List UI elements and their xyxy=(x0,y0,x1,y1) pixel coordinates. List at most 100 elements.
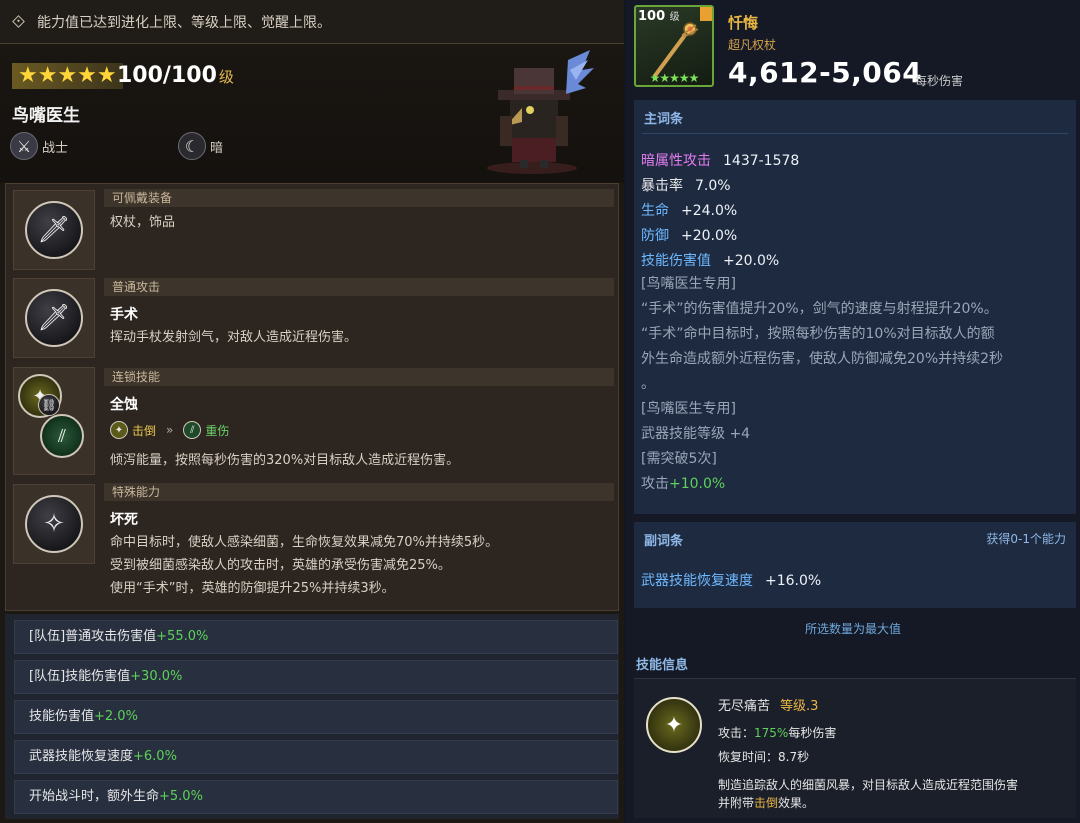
skill-attack-label: 攻击： xyxy=(718,726,755,740)
divider xyxy=(642,133,1068,134)
bonus-row: [队伍]技能伤害值+30.0% xyxy=(14,660,618,694)
desc-line: [鸟嘴医生专用] xyxy=(641,276,736,292)
normal-attack-title: 普通攻击 xyxy=(104,278,614,296)
sparkle-icon: ✧ xyxy=(25,495,83,553)
hero-element: 暗 xyxy=(210,140,224,156)
diamond-icon xyxy=(12,15,25,28)
desc-line: [需突破5次] xyxy=(641,451,717,467)
dark-moon-icon: ☾ xyxy=(178,132,207,160)
stat-row: 防御 +20.0% xyxy=(641,225,737,245)
wound-icon: ⫽ xyxy=(40,414,84,458)
notice-text: 能力值已达到进化上限、等级上限、觉醒上限。 xyxy=(37,14,331,31)
bonus-row: 武器技能恢复速度+6.0% xyxy=(14,740,618,774)
stat-value: +20.0% xyxy=(681,228,738,244)
hero-name: 鸟嘴医生 xyxy=(12,106,80,126)
stat-key: 暴击率 xyxy=(641,178,683,194)
hero-level-value: 100/100 xyxy=(117,63,217,88)
bonus-value: +2.0% xyxy=(94,709,138,724)
equip-icon: 🗡 xyxy=(25,201,83,259)
sub-options-box: 副词条 获得0-1个能力 武器技能恢复速度 +16.0% xyxy=(634,522,1076,608)
hero-portrait xyxy=(487,50,594,174)
bonus-label: 技能伤害值 xyxy=(29,709,95,724)
skill-info-box: ✦ 无尽痛苦 等级.3 攻击：175%每秒伤害 恢复时间：8.7秒 制造追踪敌人的… xyxy=(634,678,1076,818)
desc-line: 。 xyxy=(641,376,655,392)
special-title: 特殊能力 xyxy=(104,483,614,501)
main-options-box: 主词条 暗属性攻击 1437-1578 暴击率 7.0% 生命 +24.0% 防御 +2… xyxy=(634,100,1076,514)
special-line-3: 使用“手术”时，英雄的防御提升25%并持续3秒。 xyxy=(110,581,395,596)
weapon-dps-unit: 每秒伤害 xyxy=(915,74,964,88)
bonus-label: [队伍]普通攻击伤害值 xyxy=(29,629,157,644)
skill-cooldown: 恢复时间：8.7秒 xyxy=(718,750,810,764)
stat-value: 7.0% xyxy=(695,178,731,194)
skill-desc-2-post: 效果。 xyxy=(778,796,815,810)
equip-title: 可佩戴装备 xyxy=(104,189,614,207)
hero-header: ★★★★★ 100/100 级 鸟嘴医生 ⚔ 战士 ☾ 暗 xyxy=(0,45,624,183)
equip-text: 权杖，饰品 xyxy=(110,215,176,230)
max-selection-note: 所选数量为最大值 xyxy=(804,622,901,636)
normal-attack-text: 挥动手杖发射剑气，对敌人造成近程伤害。 xyxy=(110,330,358,345)
stat-value: 1437-1578 xyxy=(723,153,800,169)
bonus-value: +6.0% xyxy=(133,749,177,764)
chain-from: 击倒 xyxy=(132,423,157,438)
wound-mini-icon: ⫽ xyxy=(183,421,202,439)
special-name: 坏死 xyxy=(110,512,138,528)
skill-info-header: 技能信息 xyxy=(636,658,689,673)
knockdown-mini-icon: ✦ xyxy=(110,421,128,439)
special-icon-frame: ✧ xyxy=(13,484,95,564)
desc-line: 武器技能等级 +4 xyxy=(641,426,751,442)
desc-line: “手术”命中目标时，按照每秒伤害的10%对目标敌人的额 xyxy=(641,326,995,342)
limit-notice: 能力值已达到进化上限、等级上限、觉醒上限。 xyxy=(0,0,624,44)
hero-class-row: ⚔ 战士 ☾ 暗 xyxy=(10,132,223,160)
desc-line: [鸟嘴医生专用] xyxy=(641,401,736,417)
hero-level: 100/100 级 xyxy=(117,63,234,88)
skill-desc-1: 制造追踪敌人的细菌风暴，对目标敌人造成近程范围伤害 xyxy=(718,778,1019,792)
weapon-dps: 4,612-5,064 xyxy=(728,56,923,89)
chain-arrow: » xyxy=(166,423,174,437)
skill-desc-2: 并附带击倒效果。 xyxy=(718,794,814,811)
skill-level: 等级.3 xyxy=(780,699,819,714)
stat-row: 生命 +24.0% xyxy=(641,200,737,220)
desc-line: “手术”的伤害值提升20%，剑气的速度与射程提升20%。 xyxy=(641,301,998,317)
stat-row: 暴击率 7.0% xyxy=(641,175,731,195)
stat-value: +16.0% xyxy=(765,573,822,589)
bonus-label: [队伍]技能伤害值 xyxy=(29,669,131,684)
stat-key: 暗属性攻击 xyxy=(641,153,711,169)
abilities-panel: 🗡 可佩戴装备 权杖，饰品 🗡 普通攻击 手术 挥动手杖发射剑气，对敌人造成近程… xyxy=(5,183,619,611)
stat-value: +20.0% xyxy=(723,253,780,269)
hero-panel: 能力值已达到进化上限、等级上限、觉醒上限。 ★★★★★ 100/100 级 鸟嘴医… xyxy=(0,0,624,823)
stat-key: 生命 xyxy=(641,203,669,219)
main-options-header: 主词条 xyxy=(644,112,684,127)
skill-title-line: 无尽痛苦 等级.3 xyxy=(718,695,818,714)
sword-icon: 🗡 xyxy=(25,289,83,347)
chain-to: 重伤 xyxy=(205,423,230,438)
chain-condition: ✦ 击倒 » ⫽ 重伤 xyxy=(110,421,229,439)
special-line-1: 命中目标时，使敌人感染细菌，生命恢复效果减免70%并持续5秒。 xyxy=(110,535,499,550)
attack-bonus-line: 攻击+10.0% xyxy=(641,472,725,497)
attack-label: 攻击 xyxy=(641,476,669,492)
chain-icon: ⛓ xyxy=(38,394,60,416)
stat-key: 技能伤害值 xyxy=(641,253,711,269)
stat-row: 暗属性攻击 1437-1578 xyxy=(641,150,799,170)
hero-stars: ★★★★★ xyxy=(12,63,123,89)
bonus-label: 开始战斗时，额外生命 xyxy=(29,789,160,804)
normal-attack-icon-frame: 🗡 xyxy=(13,278,95,358)
hero-level-unit: 级 xyxy=(218,68,234,86)
bonus-row: 技能伤害值+2.0% xyxy=(14,700,618,734)
bonus-row: [队伍]普通攻击伤害值+55.0% xyxy=(14,620,618,654)
bonus-label: 武器技能恢复速度 xyxy=(29,749,134,764)
skill-attack-pct: 175% xyxy=(754,726,789,740)
skill-desc-2-pre: 并附带 xyxy=(718,796,755,810)
bonus-list: [队伍]普通攻击伤害值+55.0% [队伍]技能伤害值+30.0% 技能伤害值+… xyxy=(5,614,619,819)
equip-icon-frame: 🗡 xyxy=(13,190,95,270)
skill-attack-suffix: 每秒伤害 xyxy=(788,726,837,740)
stat-key: 武器技能恢复速度 xyxy=(641,573,753,589)
attack-value: +10.0% xyxy=(669,476,726,492)
bookmark-icon xyxy=(700,7,712,21)
stat-key: 防御 xyxy=(641,228,669,244)
weapon-name: 忏悔 xyxy=(728,14,759,32)
weapon-thumbnail[interactable]: 100 级 ★★★★★ xyxy=(634,5,714,87)
bonus-row: 开始战斗时，额外生命+5.0% xyxy=(14,780,618,814)
bonus-value: +55.0% xyxy=(156,629,209,644)
chain-skill-text: 倾泻能量，按照每秒伤害的320%对目标敌人造成近程伤害。 xyxy=(110,453,460,468)
skill-name: 无尽痛苦 xyxy=(718,699,771,714)
